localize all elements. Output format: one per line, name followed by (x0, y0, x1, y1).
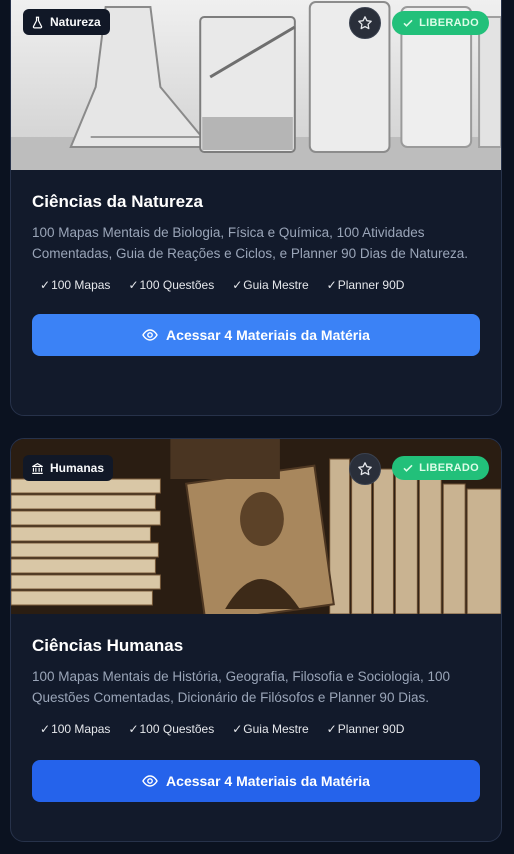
card-hero-image: Humanas LIBERADO (11, 439, 501, 614)
category-tag: Humanas (23, 455, 114, 481)
card-hero-image: Natureza LIBERADO (11, 0, 501, 170)
card-description: 100 Mapas Mentais de Biologia, Física e … (32, 225, 468, 261)
eye-icon (142, 775, 158, 787)
favorite-button[interactable] (349, 7, 381, 39)
access-materials-label: Acessar 4 Materiais da Matéria (166, 773, 370, 789)
status-badge: LIBERADO (392, 11, 489, 35)
feature-list: ✓100 Mapas ✓100 Questões ✓Guia Mestre ✓P… (32, 278, 480, 292)
check-icon (403, 464, 413, 472)
status-badge-label: LIBERADO (419, 462, 479, 474)
star-icon (358, 462, 372, 476)
feature-item: ✓100 Mapas (40, 278, 111, 292)
eye-icon (142, 329, 158, 341)
category-tag: Natureza (23, 9, 110, 35)
feature-item: ✓Guia Mestre (232, 722, 309, 736)
access-materials-button[interactable]: Acessar 4 Materiais da Matéria (32, 314, 480, 356)
feature-item: ✓Planner 90D (326, 278, 405, 292)
subject-card-humanas: Humanas LIBERADO Ciências Humanas 100 Ma… (10, 438, 502, 842)
status-badge: LIBERADO (392, 456, 489, 480)
star-icon (358, 16, 372, 30)
card-title: Ciências da Natureza (32, 192, 204, 211)
feature-item: ✓Guia Mestre (232, 278, 309, 292)
card-description: 100 Mapas Mentais de História, Geografia… (32, 669, 450, 705)
flask-icon (32, 16, 43, 28)
feature-item: ✓100 Mapas (40, 722, 111, 736)
feature-item: ✓100 Questões (128, 278, 215, 292)
card-title: Ciências Humanas (32, 636, 184, 655)
category-tag-label: Natureza (50, 15, 101, 29)
access-materials-label: Acessar 4 Materiais da Matéria (166, 327, 370, 343)
landmark-icon (32, 462, 43, 474)
subject-card-natureza: Natureza LIBERADO Ciências da Natureza 1… (10, 0, 502, 416)
feature-list: ✓100 Mapas ✓100 Questões ✓Guia Mestre ✓P… (32, 722, 480, 736)
status-badge-label: LIBERADO (419, 17, 479, 29)
category-tag-label: Humanas (50, 461, 105, 475)
access-materials-button[interactable]: Acessar 4 Materiais da Matéria (32, 760, 480, 802)
favorite-button[interactable] (349, 453, 381, 485)
check-icon (403, 19, 413, 27)
feature-item: ✓100 Questões (128, 722, 215, 736)
feature-item: ✓Planner 90D (326, 722, 405, 736)
